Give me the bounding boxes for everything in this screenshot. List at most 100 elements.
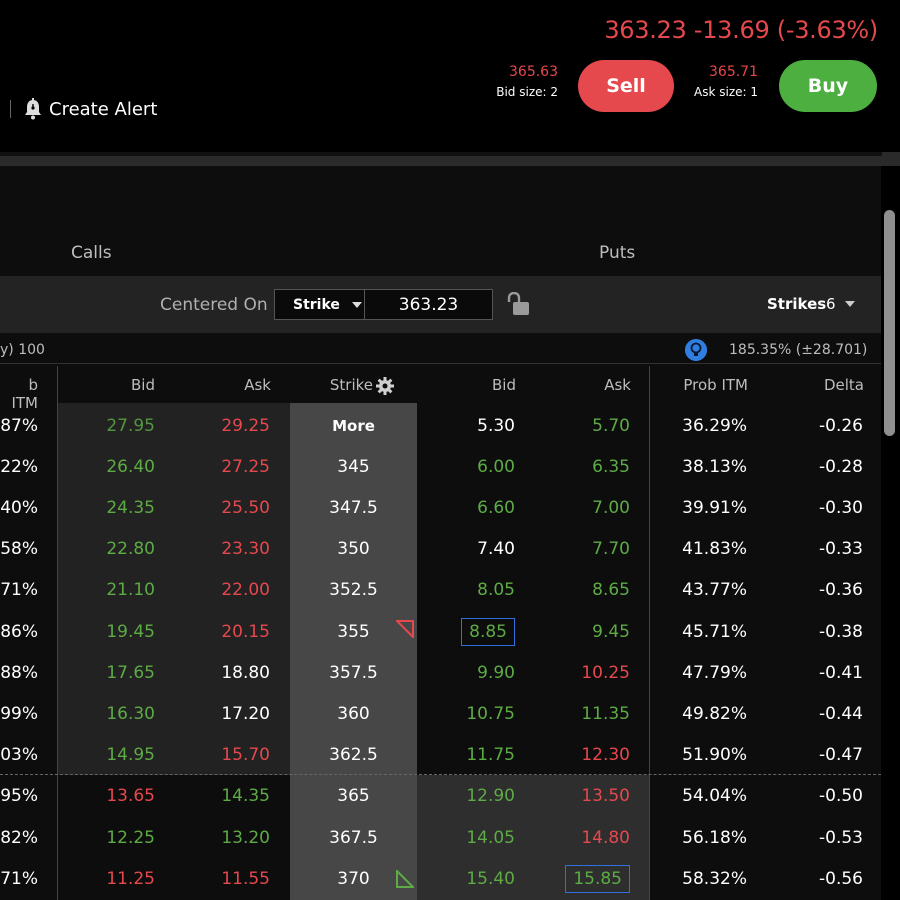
strike-price-value: 365 (337, 786, 370, 807)
put-bid[interactable]: 12.90 (455, 776, 515, 817)
call-ask-value: 22.00 (221, 580, 270, 601)
strike-price: 352.5 (290, 570, 417, 611)
calls-heading: Calls (71, 243, 112, 263)
call-prob-itm: .86% (0, 611, 38, 652)
call-ask[interactable]: 23.30 (210, 529, 270, 570)
put-ask[interactable]: 13.50 (570, 776, 630, 817)
put-bid[interactable]: 10.75 (455, 693, 515, 734)
multiplier-text: y) 100 (0, 342, 45, 358)
call-ask-value: 18.80 (221, 662, 270, 683)
call-bid[interactable]: 27.95 (95, 405, 155, 446)
call-ask[interactable]: 27.25 (210, 446, 270, 487)
call-ask[interactable]: 11.55 (210, 858, 270, 899)
call-ask[interactable]: 20.15 (210, 611, 270, 652)
call-bid[interactable]: 14.95 (95, 735, 155, 776)
col-put-ask[interactable]: Ask (580, 376, 631, 394)
put-ask-value: 15.85 (565, 864, 630, 893)
put-bid-value: 15.40 (466, 868, 515, 889)
put-delta: -0.53 (795, 817, 863, 858)
put-ask[interactable]: 6.35 (570, 446, 630, 487)
call-bid[interactable]: 16.30 (95, 693, 155, 734)
call-ask[interactable]: 13.20 (210, 817, 270, 858)
put-bid-value: 12.90 (466, 786, 515, 807)
put-delta: -0.26 (795, 405, 863, 446)
put-delta-value: -0.26 (819, 415, 863, 436)
centered-on-select[interactable]: Strike (274, 289, 365, 320)
call-ask[interactable]: 22.00 (210, 570, 270, 611)
put-ask[interactable]: 12.30 (570, 735, 630, 776)
more-strikes-link[interactable]: More (290, 405, 417, 446)
put-ask[interactable]: 8.65 (570, 570, 630, 611)
call-ask[interactable]: 15.70 (210, 735, 270, 776)
put-bid[interactable]: 6.60 (455, 487, 515, 528)
put-bid[interactable]: 14.05 (455, 817, 515, 858)
put-ask[interactable]: 5.70 (570, 405, 630, 446)
call-bid[interactable]: 11.25 (95, 858, 155, 899)
put-bid[interactable]: 7.40 (455, 529, 515, 570)
col-call-ask[interactable]: Ask (220, 376, 271, 394)
put-prob-itm: 41.83% (668, 529, 747, 570)
put-bid-value: 5.30 (477, 415, 515, 436)
put-bid[interactable]: 11.75 (455, 735, 515, 776)
bid-size: Bid size: 2 (496, 85, 558, 99)
put-bid[interactable]: 9.90 (455, 652, 515, 693)
put-ask[interactable]: 9.45 (570, 611, 630, 652)
call-ask[interactable]: 18.80 (210, 652, 270, 693)
call-ask[interactable]: 29.25 (210, 405, 270, 446)
col-put-delta[interactable]: Delta (800, 376, 864, 394)
call-bid[interactable]: 17.65 (95, 652, 155, 693)
strike-price-value: More (332, 416, 375, 435)
put-prob-itm-value: 38.13% (682, 456, 747, 477)
put-bid[interactable]: 15.40 (455, 858, 515, 899)
call-bid[interactable]: 26.40 (95, 446, 155, 487)
strike-price-value: 347.5 (329, 497, 378, 518)
call-bid-value: 12.25 (106, 827, 155, 848)
call-prob-itm: .95% (0, 776, 38, 817)
col-strike[interactable]: Strike (318, 376, 373, 394)
strike-price-value: 362.5 (329, 745, 378, 766)
call-bid-value: 21.10 (106, 580, 155, 601)
table-row: .86% 19.45 20.15 355 8.85 9.45 45.71% -0.38 (0, 611, 881, 652)
lightbulb-icon[interactable] (685, 339, 707, 361)
call-prob-itm-value: .82% (0, 827, 38, 848)
col-put-prob-itm[interactable]: Prob ITM (668, 376, 748, 394)
sell-button[interactable]: Sell (578, 60, 674, 112)
put-bid[interactable]: 5.30 (455, 405, 515, 446)
put-delta-value: -0.53 (819, 827, 863, 848)
put-ask[interactable]: 7.70 (570, 529, 630, 570)
put-delta: -0.38 (795, 611, 863, 652)
call-bid[interactable]: 24.35 (95, 487, 155, 528)
call-bid[interactable]: 12.25 (95, 817, 155, 858)
call-bid[interactable]: 13.65 (95, 776, 155, 817)
put-ask[interactable]: 11.35 (570, 693, 630, 734)
put-bid[interactable]: 8.85 (455, 611, 515, 652)
gear-icon[interactable] (375, 376, 395, 396)
call-ask-value: 29.25 (221, 415, 270, 436)
unlock-icon[interactable] (506, 292, 532, 316)
put-ask-value: 12.30 (581, 745, 630, 766)
earnings-flag-icon (396, 870, 414, 888)
call-bid[interactable]: 19.45 (95, 611, 155, 652)
call-bid[interactable]: 21.10 (95, 570, 155, 611)
chevron-down-icon (351, 301, 362, 308)
put-ask[interactable]: 10.25 (570, 652, 630, 693)
strikes-count[interactable]: 6 (826, 295, 836, 313)
create-alert-button[interactable]: Create Alert (10, 98, 157, 120)
put-ask[interactable]: 15.85 (565, 858, 630, 899)
ex-dividend-flag-icon (396, 620, 414, 638)
call-ask[interactable]: 14.35 (210, 776, 270, 817)
call-bid[interactable]: 22.80 (95, 529, 155, 570)
col-call-bid[interactable]: Bid (100, 376, 155, 394)
put-bid[interactable]: 6.00 (455, 446, 515, 487)
put-ask[interactable]: 7.00 (570, 487, 630, 528)
col-put-bid[interactable]: Bid (460, 376, 516, 394)
put-bid-value: 8.05 (477, 580, 515, 601)
put-ask[interactable]: 14.80 (570, 817, 630, 858)
call-ask[interactable]: 17.20 (210, 693, 270, 734)
scrollbar-thumb[interactable] (884, 210, 895, 436)
buy-button[interactable]: Buy (779, 60, 877, 112)
put-bid[interactable]: 8.05 (455, 570, 515, 611)
chevron-down-icon[interactable] (845, 301, 855, 307)
call-ask[interactable]: 25.50 (210, 487, 270, 528)
centered-on-input[interactable]: 363.23 (364, 289, 493, 320)
